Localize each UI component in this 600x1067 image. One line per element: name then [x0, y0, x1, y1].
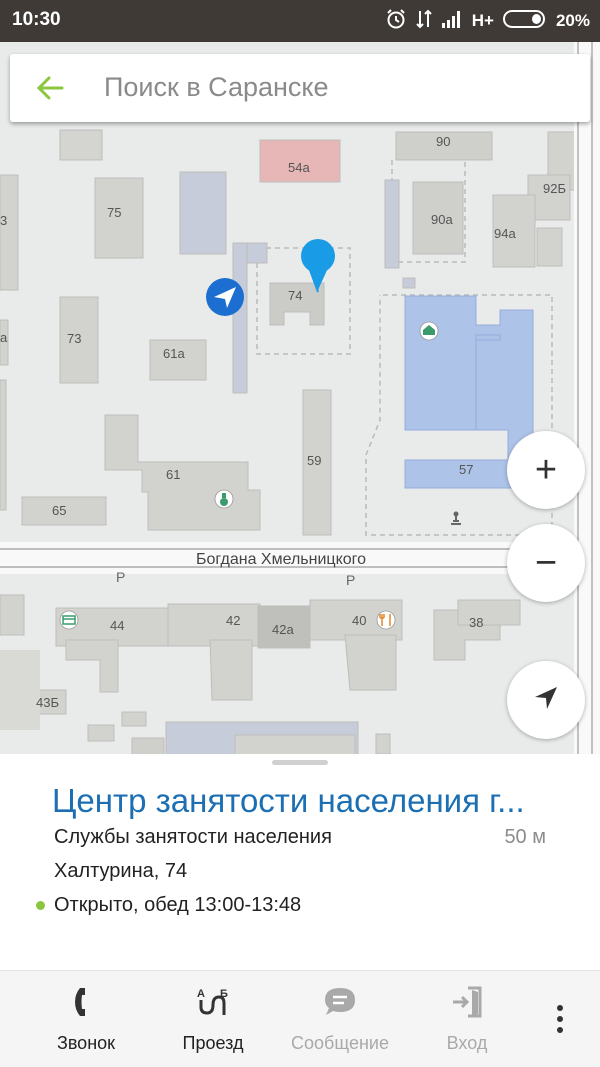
route-label: Проезд: [182, 1033, 244, 1053]
search-input[interactable]: Поиск в Саранске: [104, 72, 329, 103]
route-icon: A Б: [196, 985, 230, 1021]
more-options-icon[interactable]: [540, 971, 580, 1067]
place-card[interactable]: Центр занятости населения г... Службы за…: [0, 754, 600, 970]
zoom-in-button[interactable]: +: [507, 431, 585, 509]
alarm-icon: [385, 8, 407, 35]
battery-icon: [502, 9, 547, 34]
map-canvas[interactable]: [0, 42, 600, 754]
place-hours: Открыто, обед 13:00-13:48: [54, 894, 302, 916]
action-bar: Звонок A Б Проезд Сообщение Вход: [0, 970, 600, 1067]
call-label: Звонок: [56, 1033, 116, 1053]
place-address: Халтурина, 74: [54, 860, 188, 882]
my-location-button[interactable]: [507, 661, 585, 739]
navigation-arrow-icon: [532, 684, 560, 717]
zoom-out-button[interactable]: −: [507, 524, 585, 602]
search-bar[interactable]: Поиск в Саранске: [10, 54, 590, 122]
entrance-icon: [450, 985, 484, 1021]
network-type: H+: [471, 11, 494, 30]
route-button[interactable]: A Б Проезд: [153, 971, 273, 1067]
back-arrow-icon[interactable]: [32, 70, 68, 106]
battery-percent: 20%: [555, 11, 590, 30]
zoom-out-label: −: [534, 542, 558, 584]
place-distance: 50 м: [504, 826, 546, 848]
phone-icon: [74, 985, 98, 1021]
place-title[interactable]: Центр занятости населения г...: [52, 782, 525, 820]
place-category: Службы занятости населения: [54, 826, 332, 848]
message-label: Сообщение: [291, 1033, 389, 1053]
signal-icon: [441, 10, 463, 33]
map-view[interactable]: 54а 90 92Б 75 90а 94а 74 73 61а 59 57 61…: [0, 42, 600, 754]
message-button[interactable]: Сообщение: [280, 971, 400, 1067]
entrance-button[interactable]: Вход: [407, 971, 527, 1067]
message-icon: [322, 985, 358, 1021]
call-button[interactable]: Звонок: [26, 971, 146, 1067]
zoom-in-label: +: [534, 449, 558, 491]
status-time: 10:30: [12, 9, 61, 30]
open-status-dot: [36, 901, 45, 910]
entrance-label: Вход: [446, 1033, 488, 1053]
status-bar: 10:30 H+ 20%: [0, 0, 600, 42]
data-transfer-icon: [416, 9, 432, 34]
svg-text:A: A: [197, 988, 205, 1000]
drag-handle[interactable]: [272, 760, 328, 765]
